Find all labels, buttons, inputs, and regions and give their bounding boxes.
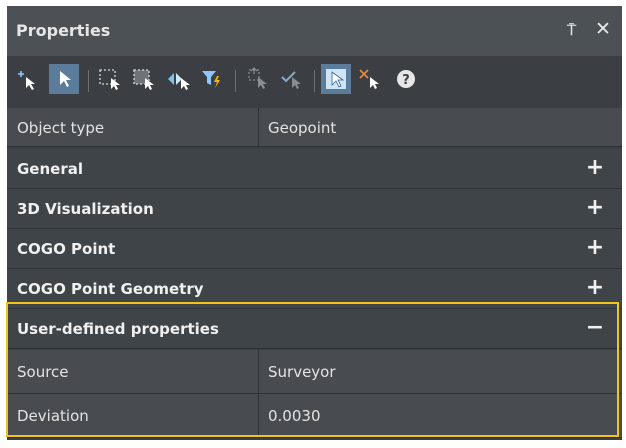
add-selection-icon[interactable]: [13, 64, 43, 94]
expand-icon[interactable]: +: [585, 275, 605, 300]
object-type-row: Object type Geopoint: [7, 108, 622, 147]
toolbar-separator: [88, 70, 89, 92]
category-cogo-point-geometry[interactable]: COGO Point Geometry +: [7, 269, 622, 309]
pin-icon[interactable]: ⍑: [567, 21, 576, 39]
close-icon[interactable]: ✕: [595, 18, 611, 40]
panel-title: Properties: [16, 21, 111, 40]
window-select-icon[interactable]: [95, 64, 125, 94]
category-label: User-defined properties: [17, 320, 219, 338]
property-row-deviation[interactable]: Deviation 0.0030: [7, 394, 622, 438]
expand-icon[interactable]: +: [585, 195, 605, 220]
column-divider: [258, 394, 259, 438]
select-similar-icon[interactable]: [163, 64, 193, 94]
svg-text:?: ?: [402, 73, 410, 88]
category-general[interactable]: General +: [7, 149, 622, 189]
property-label: Deviation: [17, 407, 89, 425]
column-divider: [258, 108, 259, 147]
expand-icon[interactable]: +: [585, 155, 605, 180]
category-label: 3D Visualization: [17, 200, 154, 218]
expand-icon[interactable]: +: [585, 235, 605, 260]
category-label: COGO Point Geometry: [17, 280, 204, 298]
crossing-select-icon[interactable]: [129, 64, 159, 94]
properties-panel: Properties ⍑ ✕ ? Object type Geopoint Ge…: [7, 6, 622, 440]
toolbar-separator: [314, 70, 315, 92]
panel-titlebar[interactable]: Properties ⍑ ✕: [7, 6, 622, 56]
collapse-icon[interactable]: −: [585, 315, 605, 340]
category-user-defined-properties[interactable]: User-defined properties −: [7, 309, 622, 349]
object-type-label: Object type: [17, 119, 105, 137]
pickfirst-icon[interactable]: [321, 64, 351, 94]
help-icon[interactable]: ?: [391, 64, 421, 94]
category-label: General: [17, 160, 83, 178]
property-value[interactable]: Surveyor: [268, 363, 336, 381]
select-icon[interactable]: [49, 64, 79, 94]
column-divider: [258, 350, 259, 394]
toolbar-separator: [235, 70, 236, 92]
toggle-select-icon[interactable]: [277, 64, 307, 94]
category-cogo-point[interactable]: COGO Point +: [7, 229, 622, 269]
select-by-type-icon[interactable]: [243, 64, 273, 94]
property-row-source[interactable]: Source Surveyor: [7, 350, 622, 394]
category-3d-visualization[interactable]: 3D Visualization +: [7, 189, 622, 229]
property-label: Source: [17, 363, 69, 381]
property-value[interactable]: 0.0030: [268, 407, 321, 425]
selection-toolbar: ?: [7, 56, 622, 108]
deselect-icon[interactable]: [355, 64, 385, 94]
object-type-value: Geopoint: [268, 119, 337, 137]
category-label: COGO Point: [17, 240, 116, 258]
quick-filter-icon[interactable]: [197, 64, 227, 94]
